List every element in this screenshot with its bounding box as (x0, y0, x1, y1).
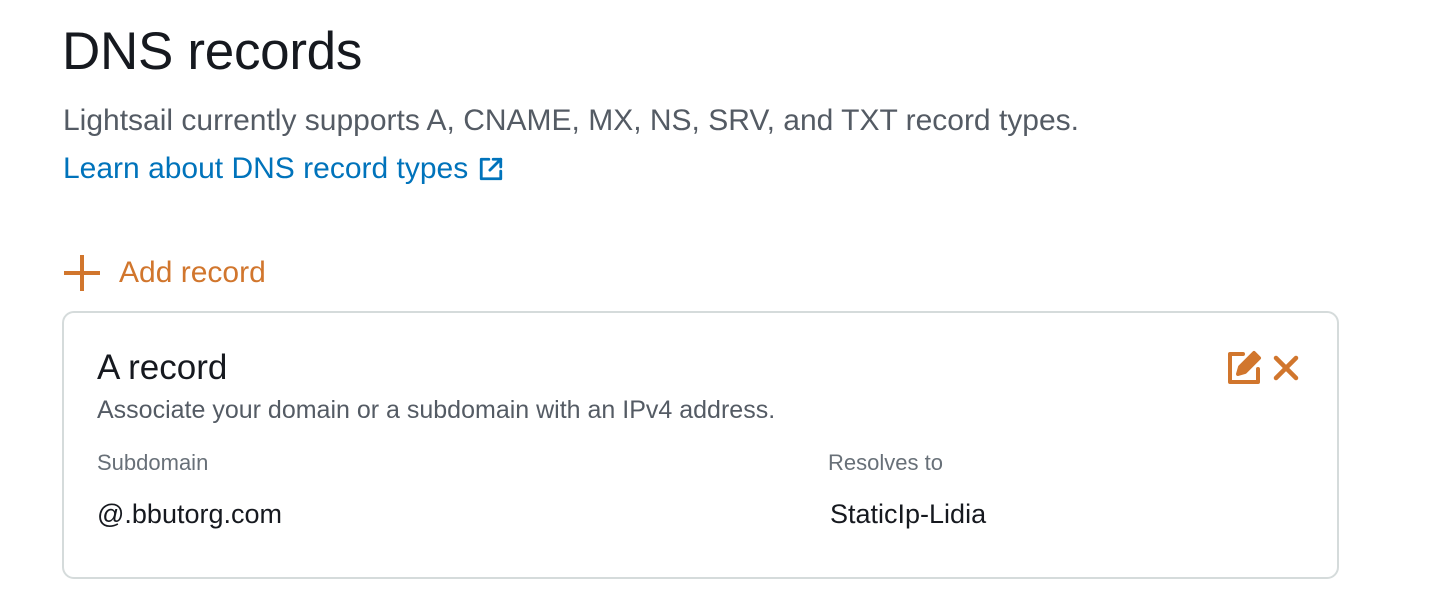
learn-link-label: Learn about DNS record types (63, 152, 469, 185)
external-link-icon (478, 156, 504, 182)
learn-dns-record-types-link[interactable]: Learn about DNS record types (63, 151, 504, 187)
page-description: Lightsail currently supports A, CNAME, M… (63, 104, 1079, 137)
record-type-description: Associate your domain or a subdomain wit… (97, 396, 776, 424)
a-record-card: A record Associate your domain or a subd… (62, 311, 1339, 579)
record-actions (1225, 349, 1301, 387)
add-record-label: Add record (119, 256, 266, 289)
close-icon[interactable] (1271, 353, 1301, 383)
page-title: DNS records (62, 22, 363, 81)
resolves-to-label: Resolves to (828, 450, 943, 475)
add-record-button[interactable]: Add record (63, 254, 266, 292)
subdomain-label: Subdomain (97, 450, 209, 475)
plus-icon (63, 254, 101, 292)
record-type-title: A record (97, 348, 228, 387)
subdomain-value: @.bbutorg.com (97, 499, 282, 529)
edit-icon[interactable] (1225, 349, 1263, 387)
resolves-to-value: StaticIp-Lidia (830, 499, 987, 529)
